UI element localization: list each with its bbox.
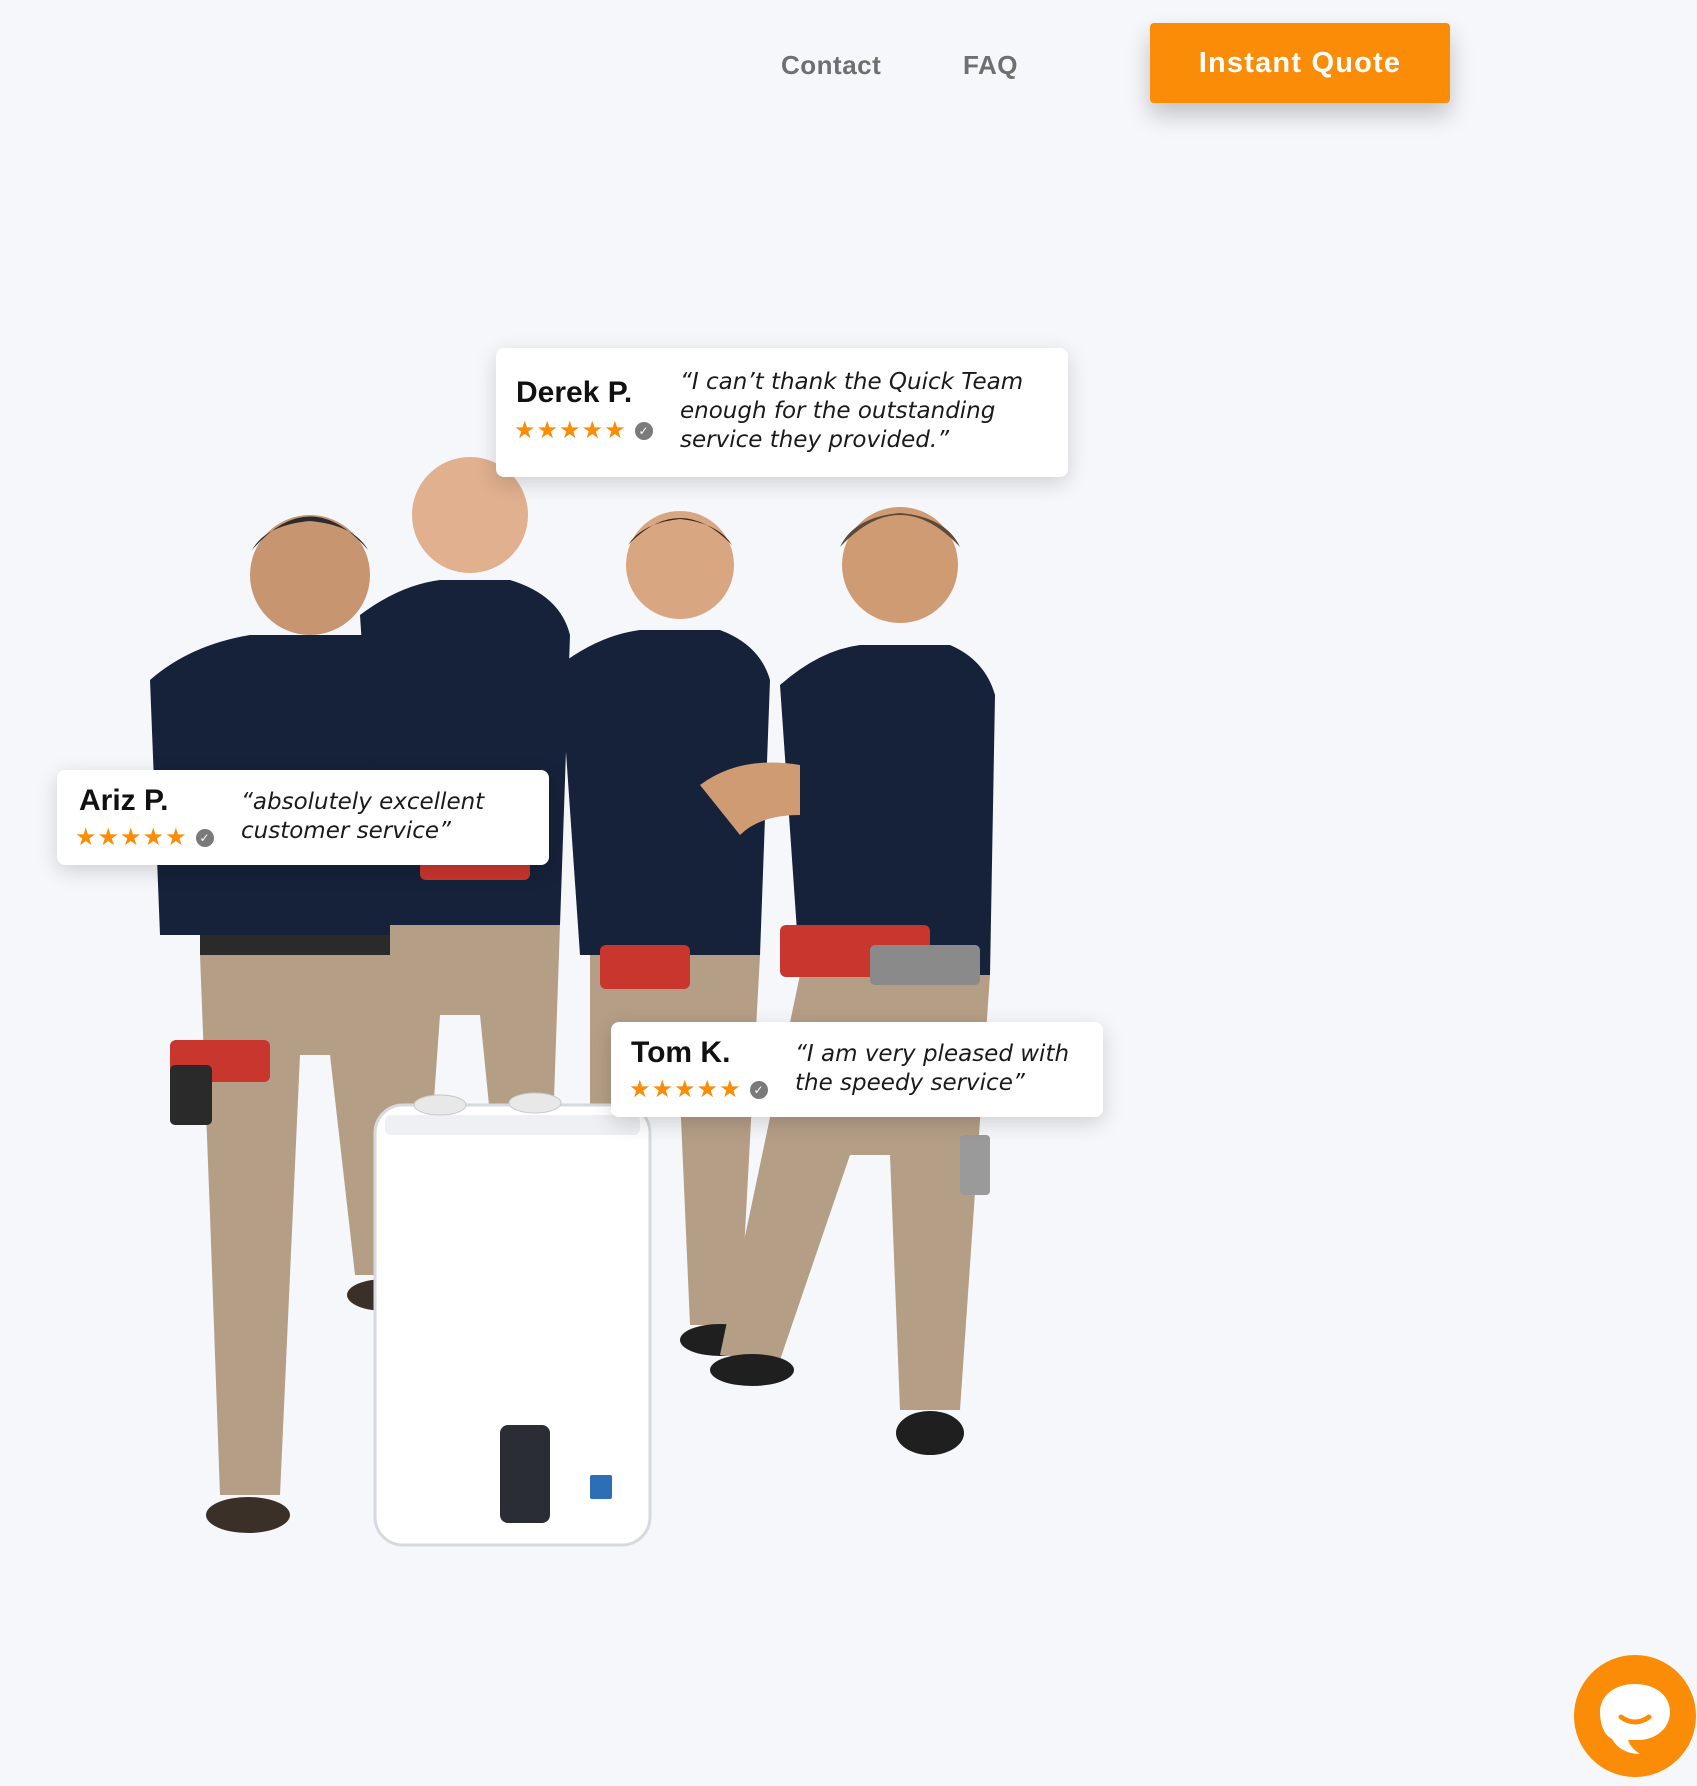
- chat-widget-button[interactable]: [1574, 1655, 1696, 1777]
- team-photo: [150, 457, 995, 1547]
- star-rating: ★ ★ ★ ★ ★ ✓: [514, 419, 653, 443]
- verified-badge-icon: ✓: [634, 422, 653, 440]
- review-quote: “absolutely excellent customer service”: [241, 789, 485, 844]
- star-icon: ★: [75, 824, 97, 851]
- star-icon: ★: [142, 824, 165, 851]
- star-icon: ★: [719, 1076, 741, 1103]
- review-card: Derek P. ★ ★ ★ ★ ★ ✓ “I can’t thank the …: [496, 348, 1068, 477]
- nav-link-faq[interactable]: FAQ: [963, 50, 1018, 81]
- star-icon: ★: [514, 417, 536, 444]
- verified-badge-icon: ✓: [195, 829, 214, 847]
- star-icon: ★: [97, 824, 120, 851]
- reviewer-name: Derek P.: [516, 376, 633, 409]
- star-icon: ★: [120, 824, 142, 851]
- star-icon: ★: [581, 417, 604, 444]
- reviewer-name: Tom K.: [631, 1036, 731, 1069]
- verified-badge-icon: ✓: [749, 1081, 768, 1099]
- review-quote: “I can’t thank the Quick Team enough for…: [680, 369, 1024, 453]
- review-card: Tom K. ★ ★ ★ ★ ★ ✓ “I am very pleased wi…: [611, 1022, 1103, 1117]
- review-quote: “I am very pleased with the speedy servi…: [795, 1041, 1070, 1096]
- water-heater: [373, 1092, 652, 1547]
- star-icon: ★: [165, 824, 187, 851]
- star-icon: ★: [629, 1076, 651, 1103]
- nav-link-contact[interactable]: Contact: [781, 50, 881, 81]
- star-icon: ★: [536, 417, 559, 444]
- star-icon: ★: [651, 1076, 674, 1103]
- star-icon: ★: [559, 417, 581, 444]
- review-card: Ariz P. ★ ★ ★ ★ ★ ✓ “absolutely excellen…: [57, 770, 549, 865]
- chat-icon: [1600, 1684, 1670, 1754]
- star-icon: ★: [696, 1076, 719, 1103]
- star-rating: ★ ★ ★ ★ ★ ✓: [629, 1078, 768, 1102]
- star-icon: ★: [674, 1076, 696, 1103]
- reviewer-name: Ariz P.: [79, 784, 169, 817]
- star-rating: ★ ★ ★ ★ ★ ✓: [75, 826, 214, 850]
- instant-quote-button[interactable]: Instant Quote: [1150, 23, 1450, 103]
- star-icon: ★: [604, 417, 626, 444]
